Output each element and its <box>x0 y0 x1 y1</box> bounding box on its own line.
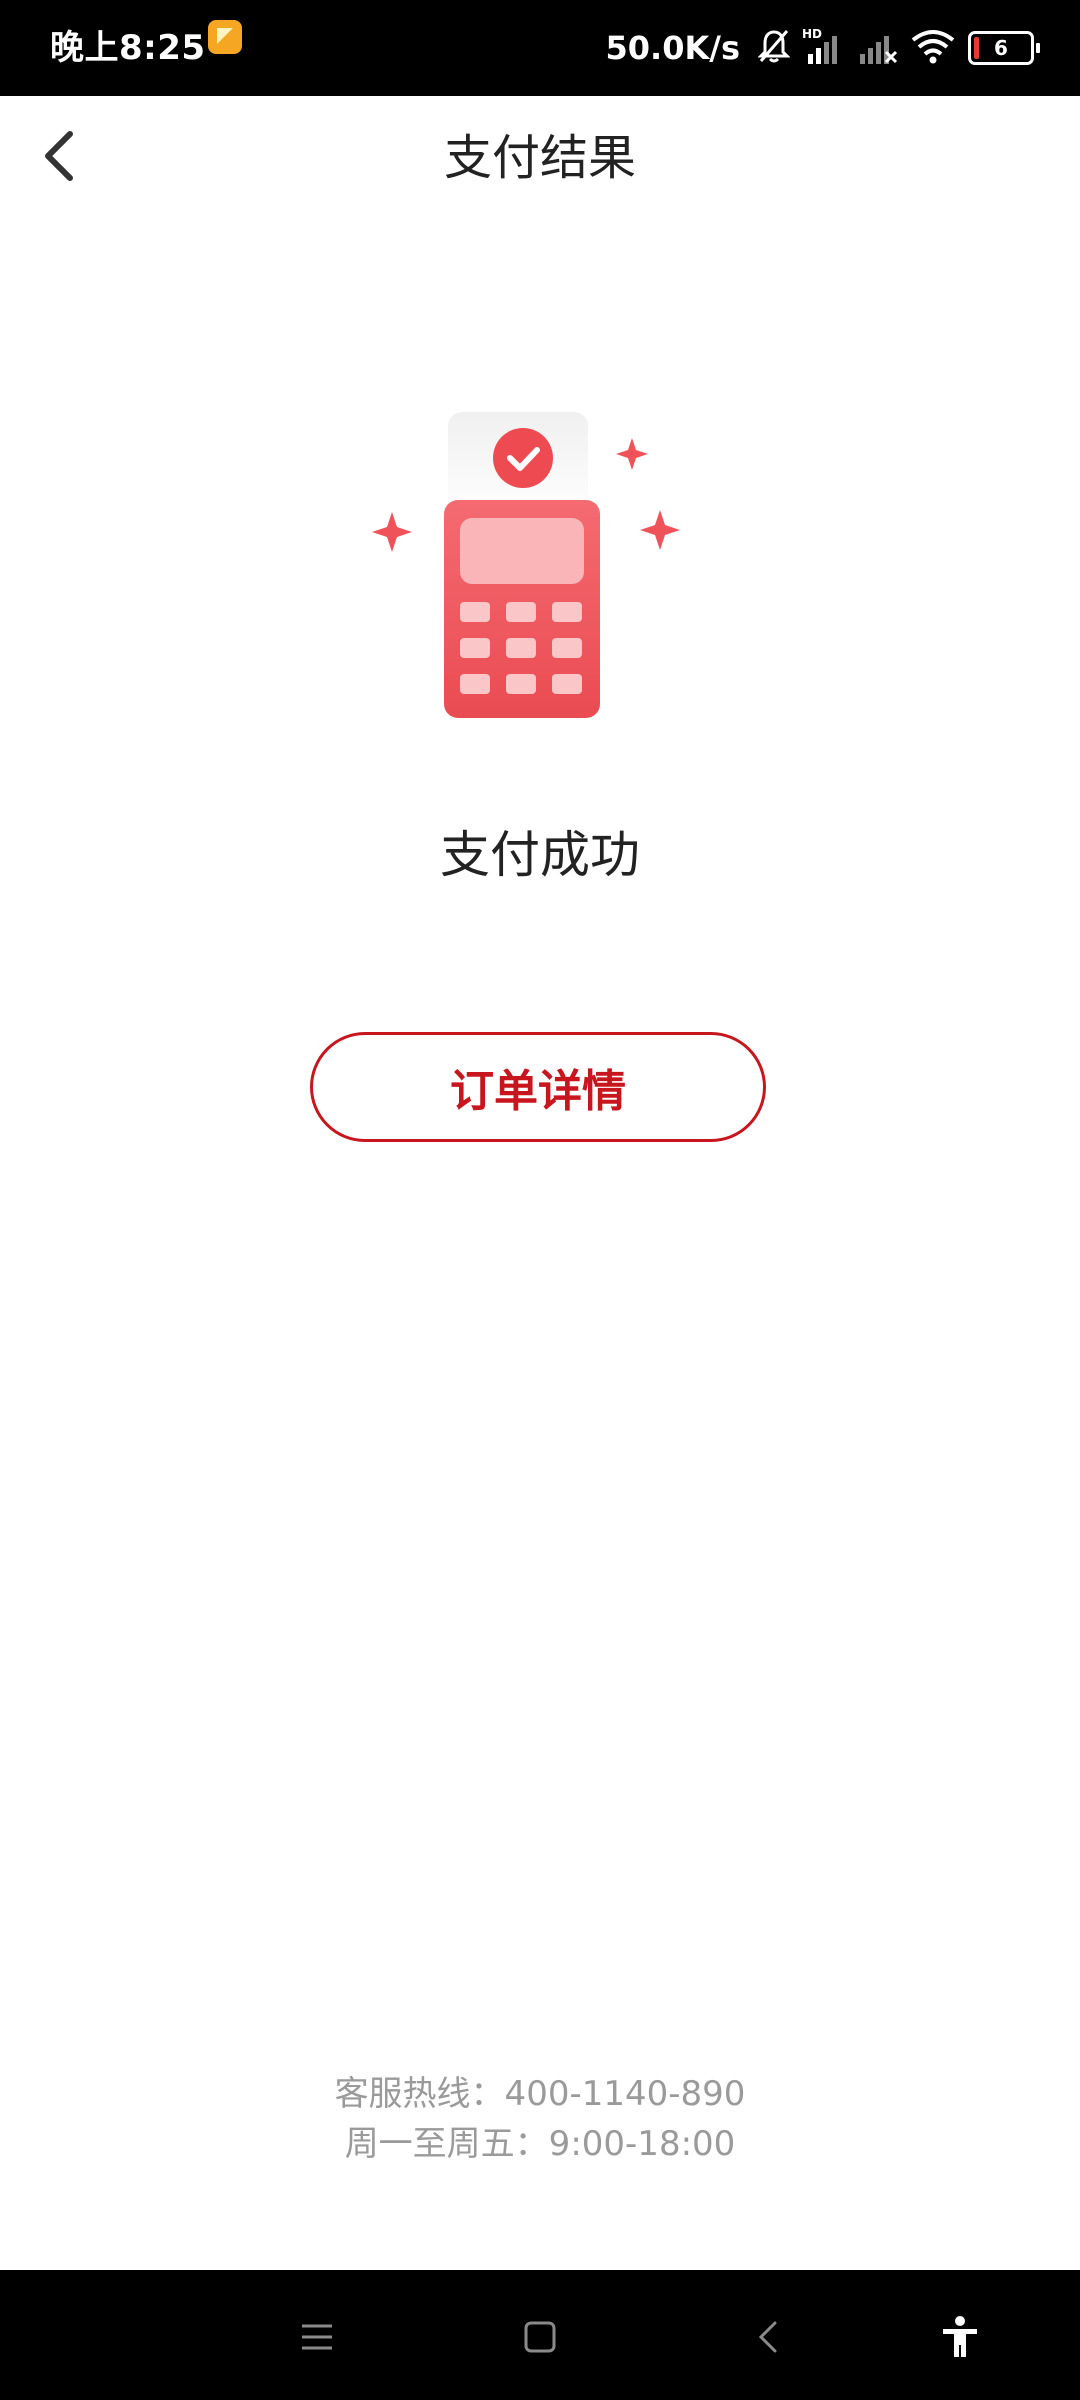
navigation-bar <box>0 2270 1080 2400</box>
customer-service-hotline: 客服热线：400-1140-890 <box>334 2074 746 2114</box>
app-notification-icon <box>208 20 242 54</box>
mute-bell-icon <box>757 28 791 68</box>
signal-icon <box>856 26 898 70</box>
pos-terminal-success-icon <box>360 400 700 730</box>
battery-level: 6 <box>994 36 1008 60</box>
app-header: 支付结果 <box>0 96 1080 220</box>
hd-signal-icon: HD <box>802 26 844 70</box>
status-time: 晚上8:25 <box>50 28 206 68</box>
order-detail-button[interactable]: 订单详情 <box>310 1032 766 1142</box>
menu-icon[interactable] <box>282 2302 352 2372</box>
svg-text:HD: HD <box>802 27 822 41</box>
home-icon[interactable] <box>505 2302 575 2372</box>
back-icon[interactable] <box>733 2302 803 2372</box>
payment-status-text: 支付成功 <box>440 826 640 884</box>
status-bar: 晚上8:25 50.0K/s HD 6 <box>0 0 1080 96</box>
status-indicators: 50.0K/s HD 6 <box>606 18 1040 78</box>
network-speed: 50.0K/s <box>605 29 740 67</box>
page-title: 支付结果 <box>443 130 636 186</box>
service-hours: 周一至周五：9:00-18:00 <box>344 2124 736 2164</box>
accessibility-icon[interactable] <box>925 2302 995 2372</box>
battery-icon: 6 <box>968 31 1040 65</box>
wifi-icon <box>910 26 956 70</box>
